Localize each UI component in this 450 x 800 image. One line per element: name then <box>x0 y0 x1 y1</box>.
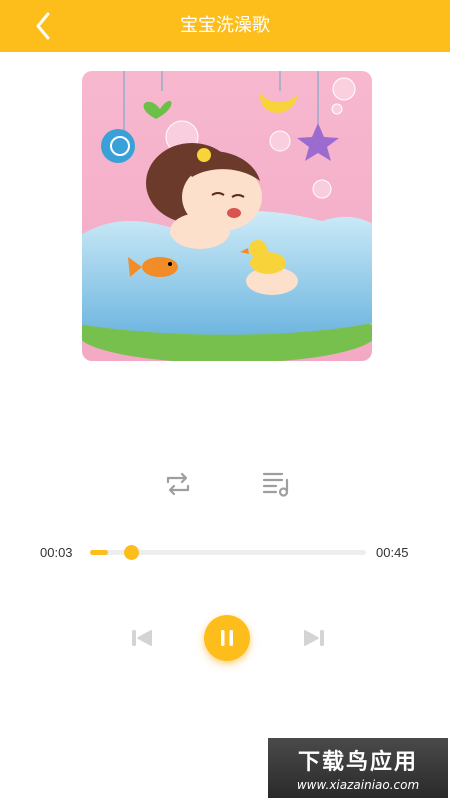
album-cover <box>82 71 372 361</box>
skip-previous-icon <box>132 629 152 647</box>
progress-thumb[interactable] <box>124 545 140 560</box>
bath-illustration <box>82 71 372 361</box>
playlist-icon <box>262 472 289 497</box>
progress-bar[interactable] <box>90 545 366 560</box>
top-bar: 宝宝洗澡歌 <box>0 0 450 52</box>
repeat-button[interactable] <box>160 466 196 502</box>
next-button[interactable] <box>296 620 332 656</box>
watermark: 下载鸟应用 www.xiazainiao.com <box>268 738 448 798</box>
watermark-url: www.xiazainiao.com <box>296 778 420 792</box>
progress-fill <box>90 550 109 555</box>
pause-button[interactable] <box>204 615 250 661</box>
current-time: 00:03 <box>40 545 73 560</box>
watermark-title: 下载鸟应用 <box>297 750 418 775</box>
page-title: 宝宝洗澡歌 <box>180 15 270 36</box>
playlist-button[interactable] <box>258 466 294 502</box>
previous-button[interactable] <box>124 620 160 656</box>
repeat-icon <box>166 472 190 496</box>
mode-controls <box>0 466 450 502</box>
total-time: 00:45 <box>376 545 409 560</box>
skip-next-icon <box>304 629 324 647</box>
pause-icon <box>221 630 233 646</box>
